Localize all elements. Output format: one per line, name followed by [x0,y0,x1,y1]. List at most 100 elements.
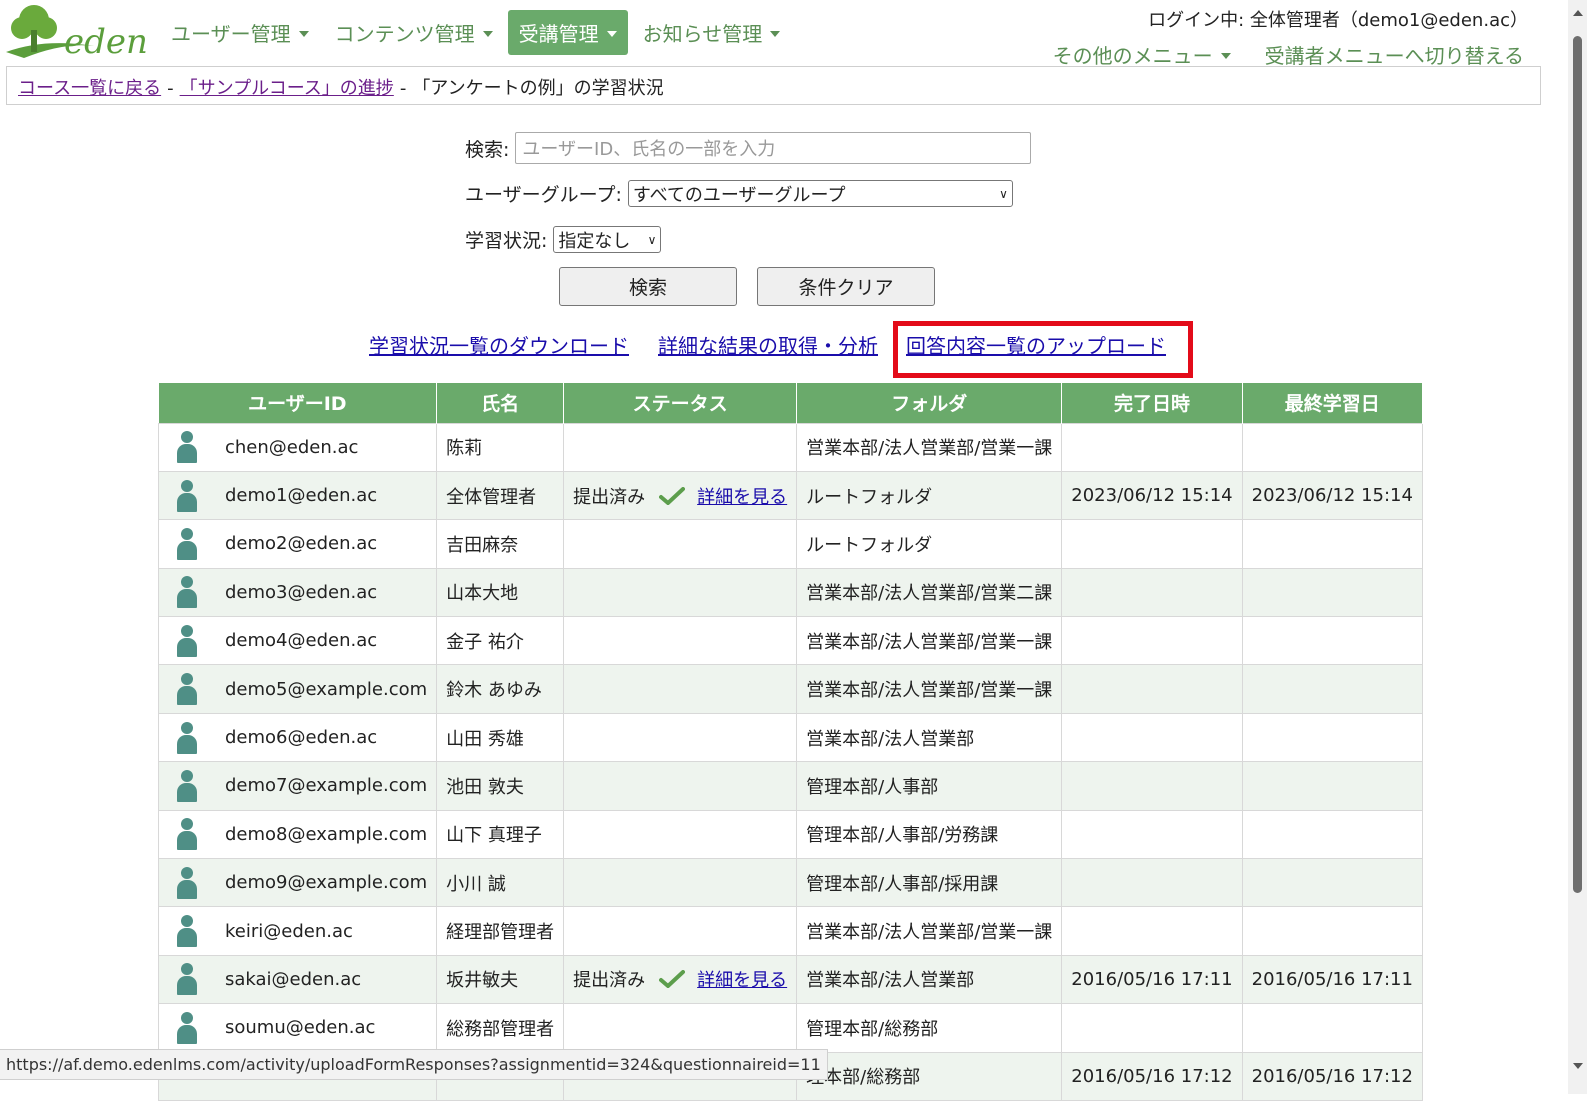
folder-cell: 営業本部/法人営業部/営業一課 [796,664,1063,714]
user-icon [176,479,198,512]
nav-notice-management[interactable]: お知らせ管理 [632,10,792,55]
last-learned-cell [1241,809,1423,860]
table-row: demo1@eden.ac 全体管理者 提出済み 詳細を見る ルートフォルダ 2023/0… [157,470,1423,521]
user-id-cell: chen@eden.ac [157,422,438,472]
status-cell: 提出済み 詳細を見る [563,954,798,1005]
view-details-link[interactable]: 詳細を見る [697,966,787,992]
view-details-link[interactable]: 詳細を見る [697,483,787,509]
col-user-id[interactable]: ユーザーID [158,383,438,423]
status-cell [563,567,798,618]
caret-down-icon [482,31,493,37]
eden-logo[interactable]: eden [4,2,148,64]
group-select[interactable]: すべてのユーザーグループ ∨ [627,180,1013,207]
completed-cell [1061,906,1243,956]
caret-down-icon [298,31,309,37]
user-icon [176,769,198,802]
table-header-row: ユーザーID 氏名 ステータス フォルダ 完了日時 最終学習日 [158,383,1423,423]
detailed-analysis-link[interactable]: 詳細な結果の取得・分析 [658,330,878,359]
breadcrumb-current: 「アンケートの例」の学習状況 [412,78,664,99]
scroll-thumb[interactable] [1573,36,1582,893]
name-cell: 吉田麻奈 [436,519,565,569]
status-cell: 提出済み 詳細を見る [563,470,798,521]
login-info: ログイン中: 全体管理者（demo1@eden.ac） [1148,10,1528,31]
status-text: 提出済み [573,970,646,992]
last-learned-cell [1241,567,1423,618]
last-learned-cell [1241,1003,1423,1053]
user-id-cell: demo3@eden.ac [157,567,438,618]
user-id: sakai@eden.ac [225,968,362,990]
user-id: demo2@eden.ac [225,533,378,555]
user-id-cell: demo2@eden.ac [157,519,438,569]
last-learned-cell: 2023/06/12 15:14 [1241,470,1423,521]
switch-to-learner-link[interactable]: 受講者メニューへ切り替える [1265,40,1524,69]
col-status[interactable]: ステータス [563,383,798,423]
user-icon [176,673,198,706]
scroll-down-icon[interactable] [1573,1063,1583,1069]
nav-content-management[interactable]: コンテンツ管理 [324,10,504,55]
last-learned-cell [1241,761,1423,811]
clear-button[interactable]: 条件クリア [757,267,935,306]
user-id: chen@eden.ac [225,436,359,458]
check-icon [659,970,686,989]
name-cell: 坂井敏夫 [436,954,565,1005]
user-id-cell: demo5@example.com [157,664,438,714]
status-row: 学習状況: 指定なし ∨ [465,226,662,253]
status-cell [563,616,798,666]
download-status-link[interactable]: 学習状況一覧のダウンロード [369,330,629,359]
user-icon [176,527,198,560]
user-icon [176,866,198,899]
col-folder[interactable]: フォルダ [796,383,1063,423]
user-id: keiri@eden.ac [225,920,353,942]
user-id-cell: sakai@eden.ac [157,954,438,1005]
user-id-cell: demo1@eden.ac [157,470,438,521]
table-row: keiri@eden.ac 経理部管理者 営業本部/法人営業部/営業一課 [157,906,1423,956]
user-id-cell: demo8@example.com [157,809,438,860]
page-scrollbar[interactable] [1568,0,1587,1094]
nav-course-management[interactable]: 受講管理 [507,10,628,55]
last-learned-cell [1241,519,1423,569]
col-completed[interactable]: 完了日時 [1061,383,1243,423]
table-row: soumu@eden.ac 総務部管理者 管理本部/総務部 [157,1003,1423,1053]
folder-cell: 営業本部/法人営業部/営業一課 [796,616,1063,666]
table-row: demo6@eden.ac 山田 秀雄 営業本部/法人営業部 [157,712,1423,763]
col-name[interactable]: 氏名 [436,383,565,423]
status-cell [563,906,798,956]
other-menu-dropdown[interactable]: その他のメニュー [1053,40,1231,69]
col-last-learned[interactable]: 最終学習日 [1242,383,1423,423]
name-cell: 総務部管理者 [436,1003,565,1053]
last-learned-cell [1241,712,1423,763]
status-cell [563,664,798,714]
status-cell [563,858,798,908]
app-header: eden ユーザー管理 コンテンツ管理 受講管理 お知らせ管理 ログイン中: 全… [0,0,1568,69]
status-select[interactable]: 指定なし ∨ [553,226,662,253]
nav-user-management[interactable]: ユーザー管理 [160,10,320,55]
nav-label: コンテンツ管理 [334,22,475,46]
name-cell: 小川 誠 [436,858,565,908]
folder-cell: ルートフォルダ [796,519,1063,569]
last-learned-cell [1241,422,1423,472]
group-row: ユーザーグループ: すべてのユーザーグループ ∨ [465,180,1013,207]
user-id: demo4@eden.ac [225,630,378,652]
caret-down-icon [606,31,617,37]
user-icon [176,963,198,996]
last-learned-cell [1241,664,1423,714]
name-cell: 全体管理者 [436,470,565,521]
table-row: demo5@example.com 鈴木 あゆみ 営業本部/法人営業部/営業一課 [157,664,1423,714]
group-select-value: すべてのユーザーグループ [632,184,846,206]
user-id-cell: demo7@example.com [157,761,438,811]
search-button[interactable]: 検索 [559,267,737,306]
nav-label: ユーザー管理 [171,22,291,46]
user-id: soumu@eden.ac [225,1017,376,1039]
completed-cell [1061,664,1243,714]
user-id-cell: soumu@eden.ac [157,1003,438,1053]
breadcrumb-course-list[interactable]: コース一覧に戻る [18,78,161,99]
folder-cell: 営業本部/法人営業部/営業二課 [796,567,1063,618]
logo-text: eden [64,22,148,62]
keyword-input[interactable]: ユーザーID、氏名の一部を入力 [515,132,1032,164]
scroll-up-icon[interactable] [1573,10,1583,16]
user-id: demo7@example.com [225,775,428,797]
status-cell [563,1003,798,1053]
breadcrumb-course-progress[interactable]: 「サンプルコース」の進捗 [180,78,394,99]
user-icon [176,1011,198,1044]
chevron-down-icon: ∨ [647,232,657,247]
